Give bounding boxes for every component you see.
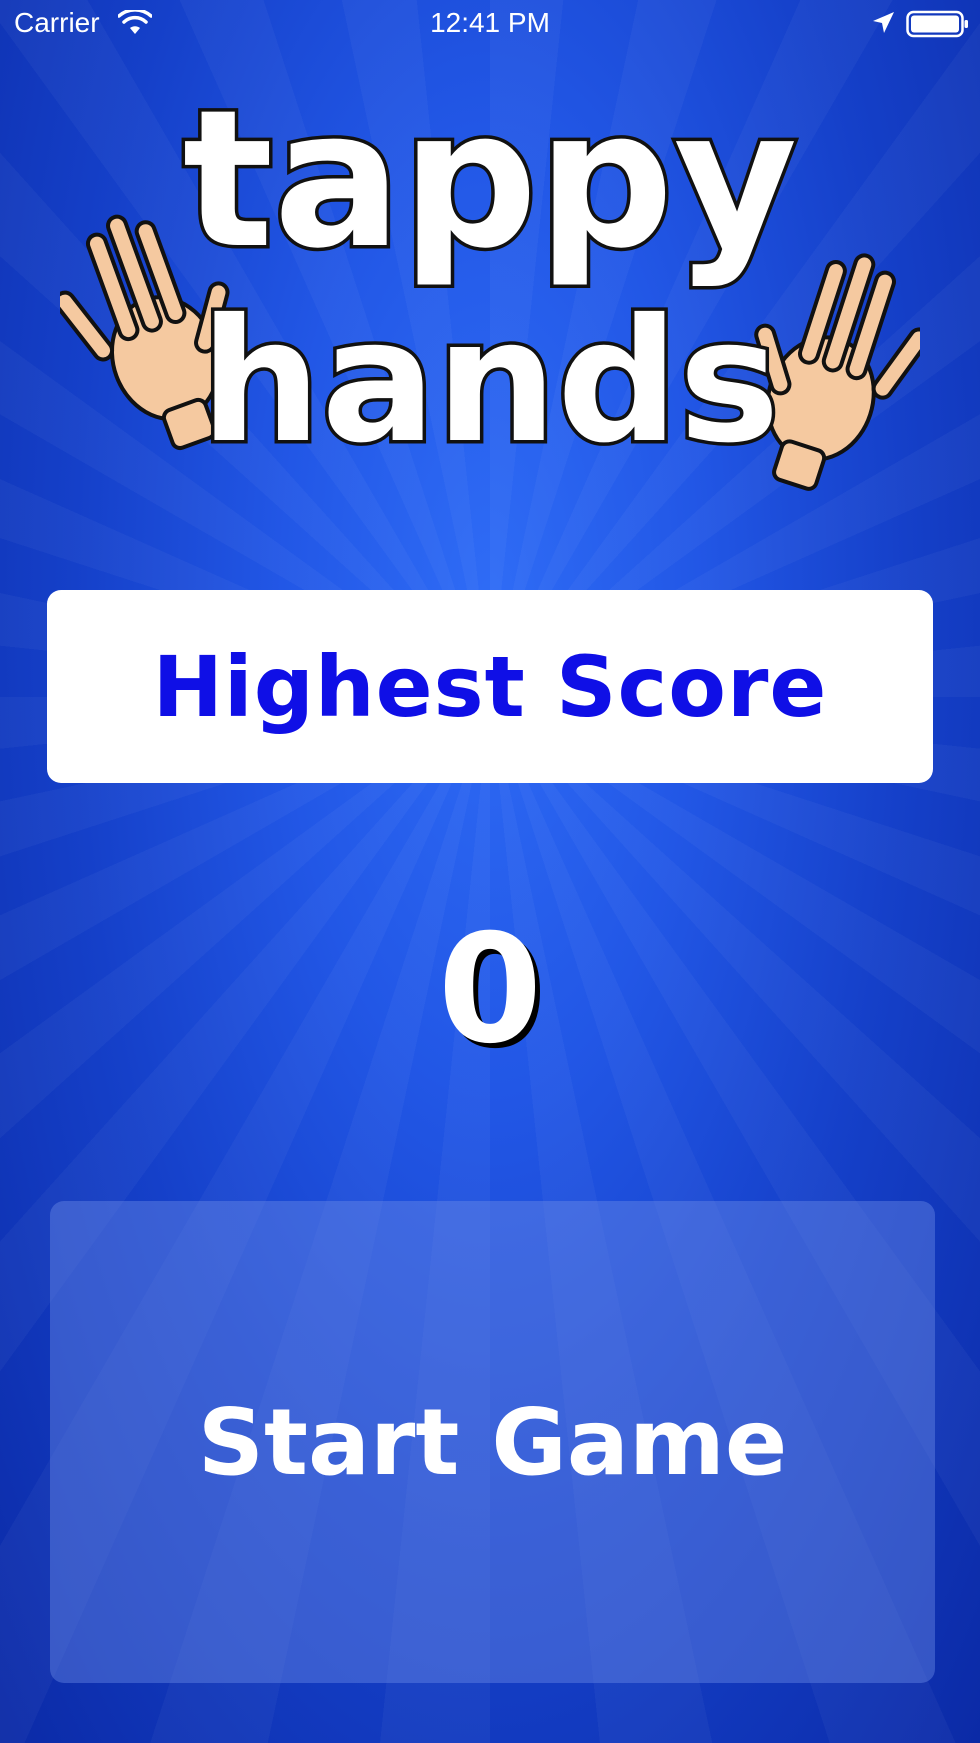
tappy-hands-logo: tappy hands <box>60 80 920 491</box>
start-game-button[interactable]: Start Game <box>50 1201 935 1683</box>
logo-word-tappy: tappy <box>183 80 798 290</box>
status-bar: Carrier 12:41 PM <box>0 0 980 48</box>
highest-score-label: Highest Score <box>152 637 828 736</box>
highest-score-banner: Highest Score <box>47 590 933 783</box>
battery-icon <box>906 10 968 38</box>
game-home-screen: Carrier 12:41 PM tappy hands Highest Sco… <box>0 0 980 1743</box>
highest-score-value: 0 <box>437 903 543 1077</box>
status-time: 12:41 PM <box>430 7 550 38</box>
location-arrow-icon <box>873 12 894 33</box>
logo-word-hands: hands <box>200 283 780 481</box>
start-game-label: Start Game <box>197 1388 788 1496</box>
